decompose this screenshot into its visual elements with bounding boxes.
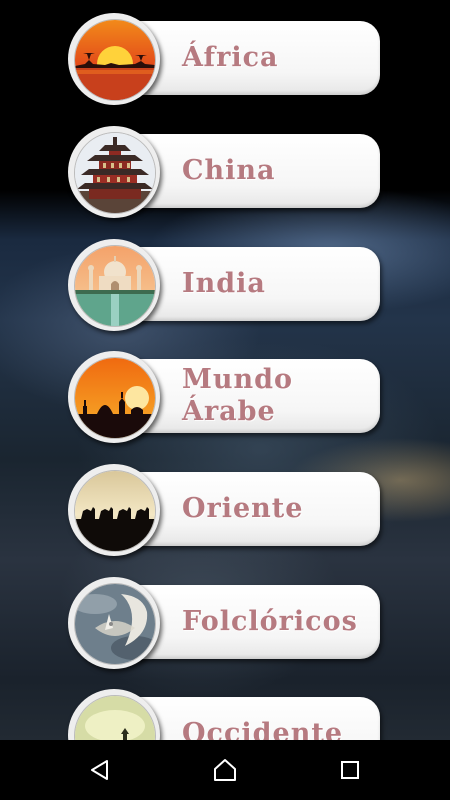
moon-face-icon	[75, 584, 155, 664]
india-taj-mahal-icon	[75, 246, 155, 326]
category-thumbnail[interactable]	[68, 577, 160, 669]
category-item-mundo-arabe[interactable]: Mundo Árabe	[68, 351, 382, 443]
home-button[interactable]	[207, 752, 243, 788]
camel-caravan-icon	[75, 471, 155, 551]
category-label: India	[182, 268, 266, 299]
category-label: Folclóricos	[182, 606, 358, 637]
category-label: Mundo Árabe	[182, 364, 294, 427]
category-item-folcloricos[interactable]: Folclóricos	[68, 577, 382, 669]
app-screen: África China India Mundo Árabe Oriente F…	[0, 0, 450, 800]
category-label: China	[182, 155, 276, 186]
back-triangle-icon	[91, 760, 108, 780]
category-thumbnail[interactable]	[68, 464, 160, 556]
category-thumbnail[interactable]	[68, 239, 160, 331]
category-label: Occidente	[182, 718, 343, 740]
arab-mosque-sunset-icon	[75, 358, 155, 438]
category-item-oriente[interactable]: Oriente	[68, 464, 382, 556]
recents-square-icon	[341, 761, 359, 779]
category-thumbnail[interactable]	[68, 13, 160, 105]
recents-button[interactable]	[332, 752, 368, 788]
home-icon	[214, 759, 236, 781]
category-item-occidente[interactable]: Occidente	[68, 689, 382, 740]
category-item-india[interactable]: India	[68, 239, 382, 331]
category-thumbnail[interactable]	[68, 351, 160, 443]
android-navigation-bar	[0, 740, 450, 800]
category-thumbnail[interactable]	[68, 126, 160, 218]
western-landscape-icon	[75, 696, 155, 740]
back-button[interactable]	[82, 752, 118, 788]
category-list[interactable]: África China India Mundo Árabe Oriente F…	[0, 0, 450, 740]
category-label: Oriente	[182, 493, 304, 524]
china-pagoda-icon	[75, 133, 155, 213]
category-label: África	[182, 42, 279, 73]
category-item-africa[interactable]: África	[68, 13, 382, 105]
category-item-china[interactable]: China	[68, 126, 382, 218]
africa-sunset-icon	[75, 20, 155, 100]
